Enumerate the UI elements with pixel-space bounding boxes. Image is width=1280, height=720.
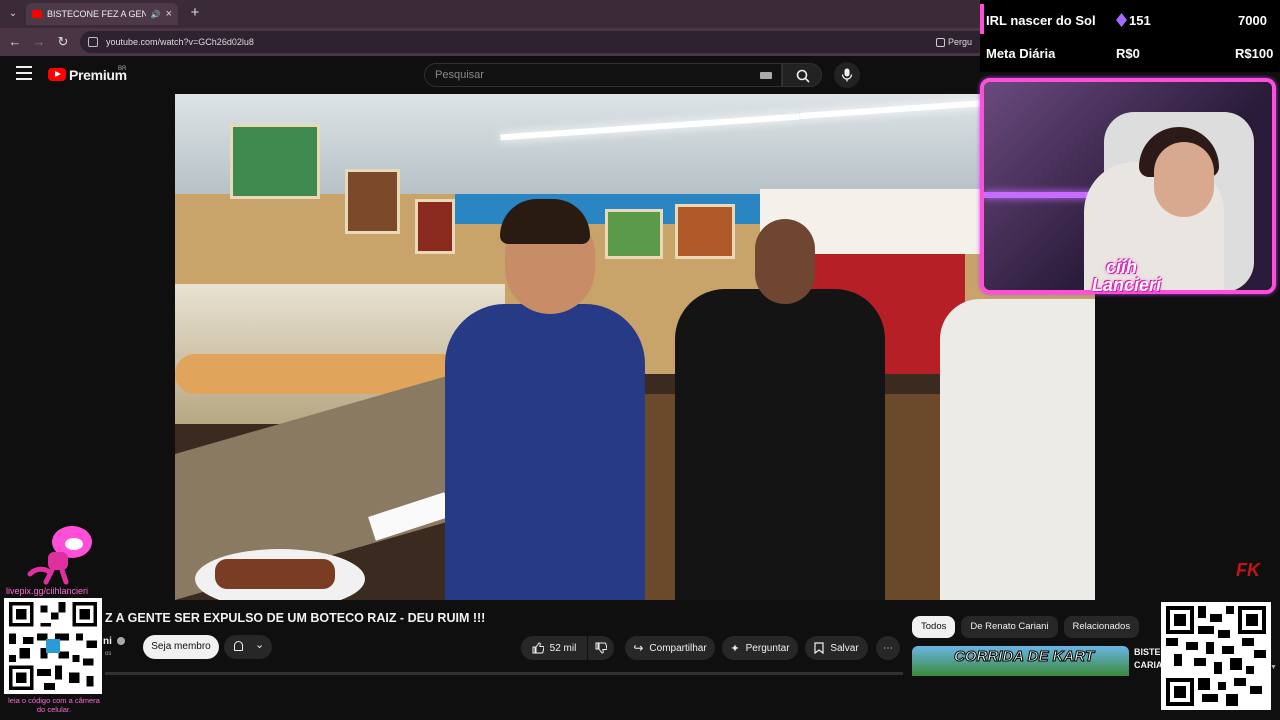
qr-hint: leia o código com a câmera do celular. [8,696,100,714]
join-button[interactable]: Seja membro [143,635,219,659]
thumbs-down-icon [595,642,607,654]
site-info-icon[interactable] [88,37,98,47]
daily-goal-current: R$0 [1116,46,1140,61]
microphone-icon [841,68,853,82]
save-button[interactable]: Salvar [805,636,868,660]
thumbs-up-icon [532,642,544,654]
extension-icon [936,37,945,47]
chip-all[interactable]: Todos [912,616,956,638]
bell-icon [234,641,243,651]
channel-watermark: FK [1236,560,1260,580]
search-input[interactable]: Pesquisar [424,63,782,87]
back-arrow-icon[interactable]: ← [5,32,25,52]
notifications-button[interactable]: ⌄ [224,635,272,659]
search-button[interactable] [782,63,822,87]
verified-icon [117,637,125,645]
ask-label: Perguntar [745,642,790,654]
chevron-down-icon: ⌄ [255,639,265,651]
save-label: Salvar [830,642,859,654]
share-label: Compartilhar [649,642,707,654]
chip-channel[interactable]: De Renato Cariani [961,616,1058,638]
new-tab-button[interactable]: + [186,4,204,22]
extension-chip[interactable]: Pergu [936,34,980,50]
share-button[interactable]: ↪ Compartilhar [625,636,715,660]
url-text: youtube.com/watch?v=GCh26d02lu8 [106,37,254,47]
goal-current: 151 [1129,13,1151,28]
search-icon [796,69,810,83]
description-divider [105,672,903,675]
share-icon: ↪ [633,641,644,655]
daily-goal-target: R$100 [1235,46,1274,61]
streamer-name-line1: ciih [1106,257,1138,277]
browser-tab[interactable]: BISTECONE FEZ A GENTE S 🔊 × [26,3,178,25]
region-label: BR [118,66,127,72]
thumbnail-caption: CORRIDA DE KART [953,648,1095,666]
bookmark-icon [814,642,824,654]
livepix-url: livepix.gg/ciihlancieri [6,586,89,596]
goal-title: IRL nascer do Sol [986,13,1096,28]
video-title: Z A GENTE SER EXPULSO DE UM BOTECO RAIZ … [105,611,486,625]
keyboard-icon[interactable] [760,72,772,79]
qr-code-icon [1161,602,1271,710]
channel-name[interactable]: ni [103,636,112,647]
speaker-icon: 🔊 [150,9,161,19]
tab-title: BISTECONE FEZ A GENTE S [47,9,146,19]
goal-target: 7000 [1238,13,1267,28]
more-options-icon[interactable]: ⋯ [876,636,900,660]
like-count: 52 mil [549,642,577,654]
youtube-favicon-icon [32,10,42,18]
youtube-logo-icon[interactable] [48,68,66,81]
ask-button[interactable]: ✦ Perguntar [722,636,798,660]
chip-related[interactable]: Relacionados [1063,616,1140,638]
like-button[interactable]: 52 mil [521,636,587,660]
extension-label: Pergu [948,37,973,47]
goal-accent-bar [980,4,984,34]
mascot-logo-icon [27,526,92,585]
dislike-button[interactable] [588,636,614,660]
tab-search-chevron-icon[interactable]: ⌄ [4,5,22,23]
daily-goal-label: Meta Diária [986,46,1056,61]
url-field[interactable]: youtube.com/watch?v=GCh26d02lu8 [80,31,980,53]
menu-icon[interactable] [16,66,32,82]
stream-goal-panel [980,0,1280,72]
voice-search-button[interactable] [834,62,860,88]
scroll-down-icon[interactable]: ▼ [1270,664,1277,671]
video-player[interactable] [175,94,1095,600]
subscriber-count: os [105,651,112,657]
streamer-name-line2: Lancieri [1092,275,1162,295]
close-tab-icon[interactable]: × [166,8,172,20]
forward-arrow-icon[interactable]: → [29,32,49,52]
streamer-name-label: ciih Lancieri [1092,258,1161,294]
reload-icon[interactable]: ↻ [53,32,73,52]
qr-code-icon [4,598,102,694]
related-filter-chips: Todos De Renato Cariani Relacionados [912,616,1140,638]
sparkle-icon: ✦ [730,642,740,655]
